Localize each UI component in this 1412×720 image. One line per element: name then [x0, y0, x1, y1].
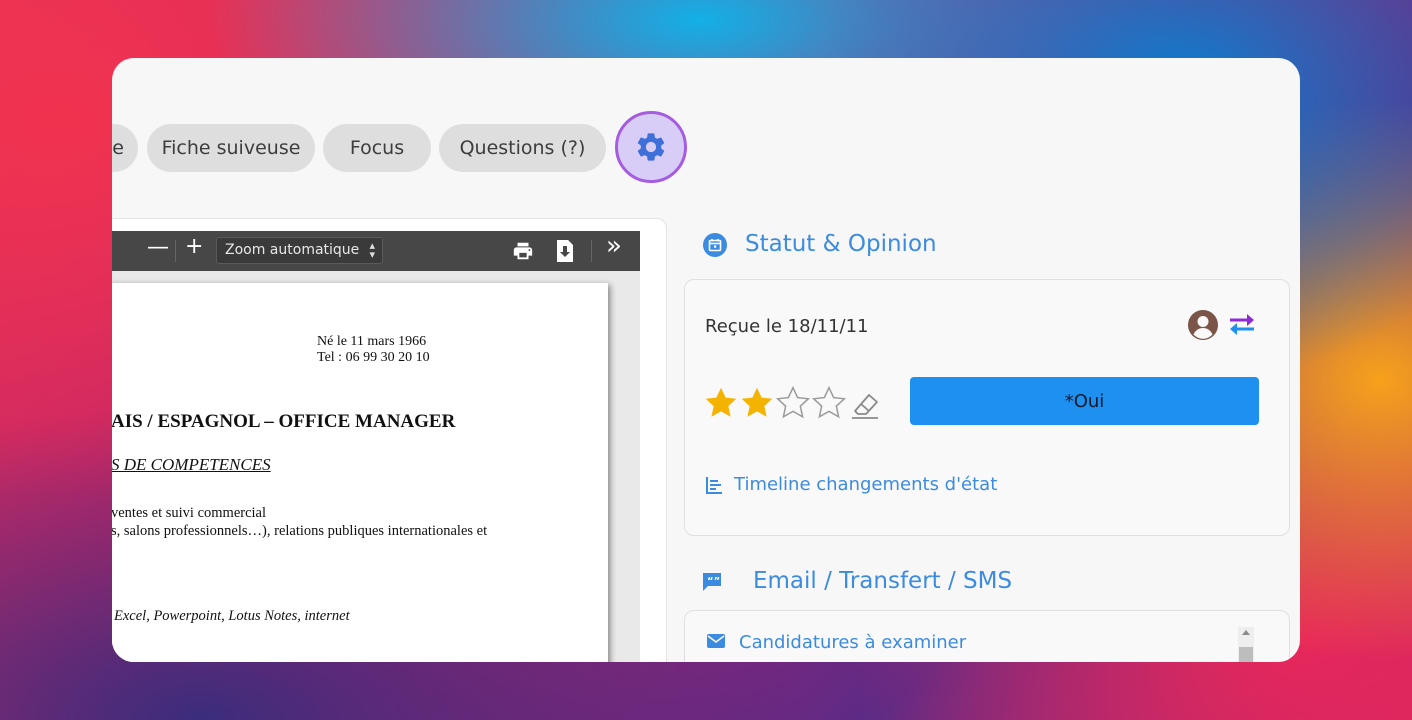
more-tools-button[interactable]: »: [606, 231, 622, 261]
pdf-panel: — + Zoom automatique ▴ ▾ » Né le 11 mars …: [112, 218, 667, 662]
gear-icon: [637, 133, 665, 161]
email-section-title: Email / Transfert / SMS: [753, 568, 1013, 594]
pdf-toolbar: — + Zoom automatique ▴ ▾ »: [112, 231, 640, 271]
star-empty-icon[interactable]: [811, 385, 847, 421]
tab-questions[interactable]: Questions (?): [439, 124, 606, 172]
tab-partial[interactable]: e: [112, 124, 138, 172]
received-date: Reçue le 18/11/11: [705, 316, 869, 337]
print-icon[interactable]: [512, 240, 534, 262]
doc-birth: Né le 11 mars 1966: [317, 334, 427, 349]
star-filled-icon[interactable]: [739, 385, 775, 421]
button-label: *Oui: [1064, 390, 1105, 412]
doc-tel: Tel : 06 99 30 20 10: [317, 350, 430, 365]
scrollbar[interactable]: [1238, 627, 1254, 662]
tab-fiche-suiveuse[interactable]: Fiche suiveuse: [147, 124, 315, 172]
tab-label: Fiche suiveuse: [161, 137, 301, 159]
mail-icon: [707, 634, 725, 648]
right-column: Statut & Opinion Reçue le 18/11/11 *Oui …: [682, 58, 1292, 662]
doc-line: s, salons professionnels…), relations pu…: [112, 523, 488, 539]
email-card: Candidatures à examiner: [684, 610, 1290, 662]
email-list-item[interactable]: Candidatures à examiner: [739, 632, 966, 653]
doc-section: S DE COMPETENCES: [112, 455, 271, 474]
svg-text:“”: “”: [707, 576, 720, 587]
eraser-icon[interactable]: [849, 387, 883, 421]
star-empty-icon[interactable]: [775, 385, 811, 421]
timeline-icon: [706, 477, 722, 494]
star-rating[interactable]: [703, 385, 888, 425]
select-arrows-icon: ▴ ▾: [369, 239, 375, 261]
pdf-page: Né le 11 mars 1966 Tel : 06 99 30 20 10 …: [112, 283, 608, 662]
zoom-select-value: Zoom automatique: [225, 242, 360, 258]
zoom-in-button[interactable]: +: [185, 234, 203, 259]
tab-label: Questions (?): [459, 137, 586, 159]
app-window: e Fiche suiveuse Focus Questions (?) — +…: [112, 58, 1300, 662]
star-filled-icon[interactable]: [703, 385, 739, 421]
tab-label: Focus: [349, 137, 405, 159]
doc-title: AIS / ESPAGNOL – OFFICE MANAGER: [112, 411, 456, 432]
timeline-link[interactable]: Timeline changements d'état: [734, 474, 997, 495]
download-icon[interactable]: [555, 239, 575, 263]
tab-label: e: [112, 137, 124, 159]
zoom-select[interactable]: Zoom automatique ▴ ▾: [216, 237, 383, 264]
status-section-title: Statut & Opinion: [745, 231, 937, 257]
zoom-out-button[interactable]: —: [147, 235, 169, 260]
tab-focus[interactable]: Focus: [323, 124, 431, 172]
transfer-icon[interactable]: [1226, 311, 1258, 337]
chat-quote-icon: “”: [703, 573, 721, 591]
settings-button[interactable]: [615, 111, 687, 183]
status-card: Reçue le 18/11/11 *Oui Timeline changeme…: [684, 279, 1290, 536]
user-avatar-icon[interactable]: [1187, 309, 1219, 341]
doc-line: ventes et suivi commercial: [112, 505, 267, 521]
calendar-icon: [703, 233, 727, 257]
opinion-oui-button[interactable]: *Oui: [910, 377, 1259, 425]
doc-line: Excel, Powerpoint, Lotus Notes, internet: [114, 608, 350, 624]
